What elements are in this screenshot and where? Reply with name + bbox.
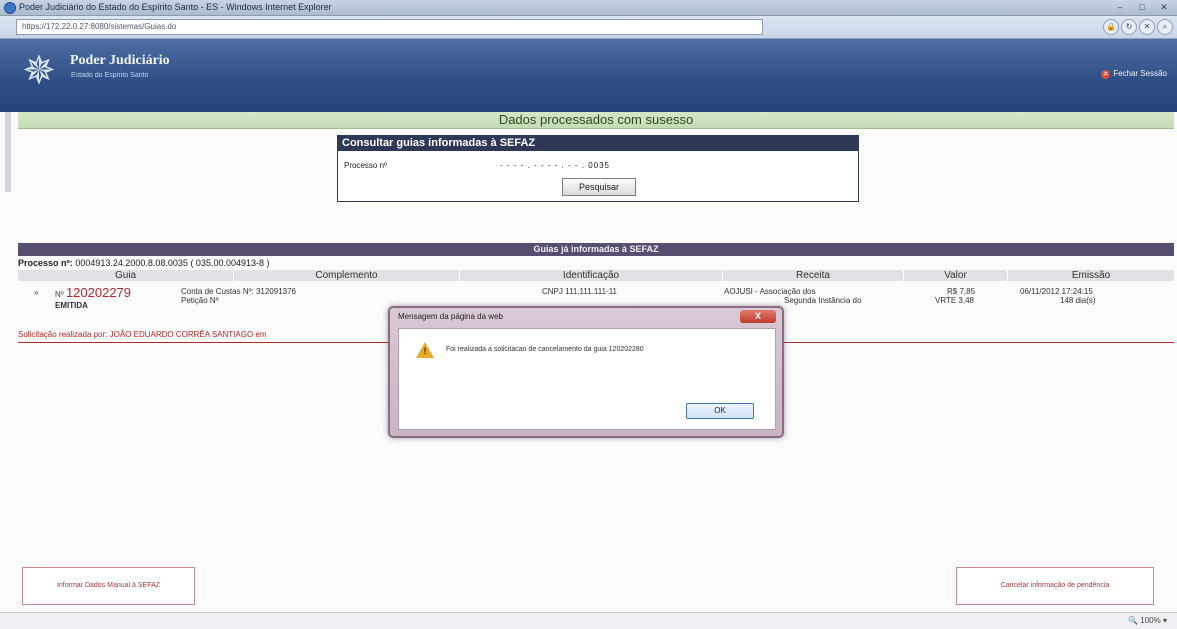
search-icon[interactable]: ⌕ [1157, 19, 1173, 35]
column-header-emissao: Emissão [1071, 270, 1111, 281]
left-scroll-edge [5, 112, 11, 192]
guia-prefix: Nº [55, 290, 64, 299]
coat-of-arms-icon: ✵ [22, 49, 56, 93]
status-bar: 🔍 100% ▾ [0, 612, 1177, 629]
emissao-line-1: 06/11/2012 17:24:15 [1020, 287, 1093, 296]
process-number-label: Processo nº [344, 161, 387, 170]
guides-section-header: Guias já informadas à SEFAZ [18, 243, 1174, 256]
dialog-close-button[interactable]: X [740, 310, 776, 323]
column-header-guia: Guia [18, 270, 234, 281]
refresh-icon[interactable]: ↻ [1121, 19, 1137, 35]
lock-icon[interactable]: 🔒 [1103, 19, 1119, 35]
browser-icon [4, 2, 16, 14]
url-input[interactable]: https://172.22.0.27:8080/sistemas/Guias.… [16, 19, 763, 35]
success-banner: Dados processados com susesso [18, 112, 1174, 129]
close-session-label: Fechar Sessão [1113, 69, 1167, 78]
row-expand-icon[interactable]: » [34, 288, 38, 297]
chevron-down-icon: ▾ [1162, 616, 1167, 625]
address-bar: https://172.22.0.27:8080/sistemas/Guias.… [0, 16, 1177, 39]
window-close-icon[interactable]: ✕ [1155, 1, 1173, 13]
ok-button[interactable]: OK [686, 403, 754, 419]
app-subtitle: Estado do Espírito Santo [71, 72, 149, 79]
message-dialog: Mensagem da página da web X ! Foi realiz… [388, 306, 784, 438]
process-number-input[interactable]: - - - - . - - - - . - - . 0035 [500, 161, 610, 170]
close-session-icon: ✕ [1101, 70, 1111, 79]
query-panel-title: Consultar guias informadas à SEFAZ [338, 136, 858, 151]
identificacao-value: CNPJ 111.111.111-11 [542, 287, 618, 296]
zoom-level: 100% [1140, 616, 1161, 625]
process-value: 0004913.24.2000.8.08.0035 ( 035.00.00491… [75, 258, 270, 268]
stop-icon[interactable]: ✕ [1139, 19, 1155, 35]
cancel-pending-button[interactable]: Cancelar informação de pendência [956, 567, 1154, 605]
maximize-icon[interactable]: □ [1133, 1, 1151, 13]
receita-line-1: AOJUSI - Associação dos [724, 287, 816, 296]
valor-line-2: VRTE 3,48 [935, 296, 974, 305]
query-panel: Consultar guias informadas à SEFAZ Proce… [337, 135, 859, 202]
window-title: Poder Judiciário do Estado do Espírito S… [19, 2, 332, 12]
process-label: Processo nº: [18, 258, 73, 268]
app-header: ✵ Poder Judiciário Estado do Espírito Sa… [0, 39, 1177, 112]
emissao-line-2: 148 dia(s) [1060, 296, 1096, 305]
column-header-complemento: Complemento [234, 270, 460, 281]
column-header-valor: Valor [904, 270, 1008, 281]
complemento-line-2: Petição Nº [181, 296, 219, 305]
complemento-line-1: Conta de Custas Nº: 312091376 [181, 287, 296, 296]
guia-cell: Nº 120202279 [55, 286, 131, 299]
warning-icon-mark: ! [423, 346, 427, 356]
manual-data-button[interactable]: Informar Dados Manual à SEFAZ [22, 567, 195, 605]
guia-status: EMITIDA [55, 301, 88, 310]
valor-line-1: R$ 7,85 [947, 287, 976, 296]
dialog-message: Foi realizada a solicitacao de cancelame… [446, 346, 644, 353]
dialog-title: Mensagem da página da web [398, 312, 503, 321]
zoom-control[interactable]: 🔍 100% ▾ [1128, 616, 1167, 625]
column-header-identificacao: Identificação [460, 270, 723, 281]
table-header: Guia Complemento Identificação Receita V… [18, 270, 1174, 281]
minimize-icon[interactable]: – [1111, 1, 1129, 13]
app-title: Poder Judiciário [70, 53, 170, 68]
close-session-link[interactable]: ✕ Fechar Sessão [1101, 69, 1167, 79]
guia-number-link[interactable]: 120202279 [66, 285, 131, 300]
window-titlebar: Poder Judiciário do Estado do Espírito S… [0, 0, 1177, 16]
search-button[interactable]: Pesquisar [562, 178, 636, 196]
process-line: Processo nº: 0004913.24.2000.8.08.0035 (… [18, 257, 918, 269]
receita-line-2: Segunda Instância do [784, 296, 862, 305]
column-header-receita: Receita [723, 270, 904, 281]
zoom-icon: 🔍 [1128, 616, 1139, 625]
